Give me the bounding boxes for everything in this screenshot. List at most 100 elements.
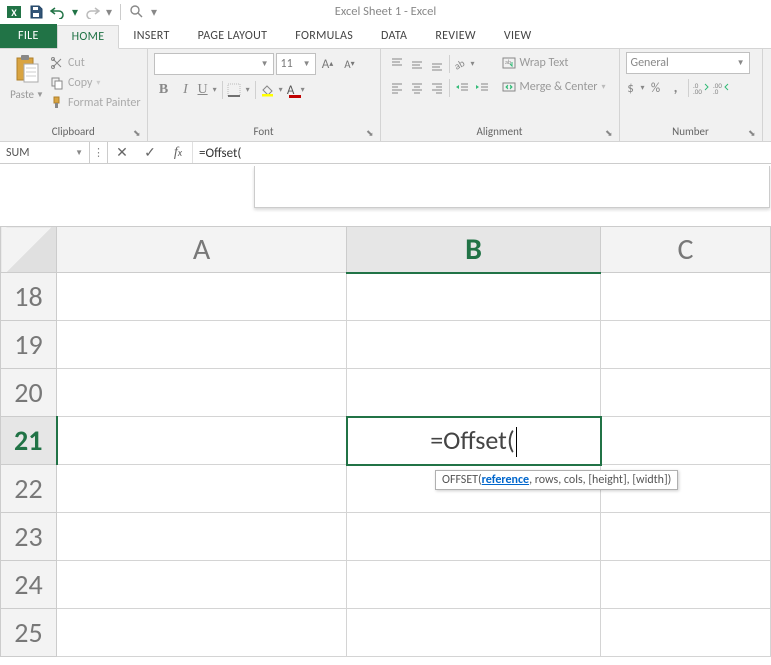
clipboard-launcher-icon[interactable]: ⬊	[133, 128, 141, 139]
accounting-format-button[interactable]: $▾	[626, 77, 646, 99]
row-header-24[interactable]: 24	[1, 561, 57, 609]
row-header-20[interactable]: 20	[1, 369, 57, 417]
bucket-icon	[260, 83, 274, 97]
spreadsheet-grid[interactable]: A B C 18 19 20 21 =Offset( 22 23 24 25	[0, 226, 771, 665]
paste-button[interactable]: Paste ▼	[6, 52, 48, 101]
cell-A24[interactable]	[57, 561, 347, 609]
align-bottom-button[interactable]	[427, 53, 447, 75]
name-box[interactable]: SUM▼	[0, 142, 90, 163]
align-right-button[interactable]	[427, 77, 447, 99]
align-left-button[interactable]	[387, 77, 407, 99]
font-size-combo[interactable]: 11▼	[276, 53, 316, 75]
cell-A22[interactable]	[57, 465, 347, 513]
undo-icon[interactable]	[48, 2, 68, 22]
shrink-font-button[interactable]: A▾	[340, 53, 360, 75]
row-header-25[interactable]: 25	[1, 609, 57, 657]
cell-B20[interactable]	[347, 369, 601, 417]
cell-A18[interactable]	[57, 273, 347, 321]
excel-icon[interactable]: X	[4, 2, 24, 22]
align-middle-button[interactable]	[407, 53, 427, 75]
decrease-decimal-button[interactable]: .00.0	[711, 77, 731, 99]
number-launcher-icon[interactable]: ⬊	[748, 128, 756, 139]
cancel-formula-button[interactable]: ✕	[108, 142, 136, 164]
format-painter-button[interactable]: Format Painter	[50, 94, 141, 112]
cell-C20[interactable]	[601, 369, 771, 417]
orientation-button[interactable]: ab▾	[452, 53, 476, 75]
tab-data[interactable]: DATA	[367, 24, 421, 48]
print-preview-icon[interactable]	[127, 2, 147, 22]
font-color-button[interactable]: A ▾	[286, 79, 306, 101]
col-header-C[interactable]: C	[601, 227, 771, 273]
redo-icon[interactable]	[82, 2, 102, 22]
cell-A20[interactable]	[57, 369, 347, 417]
cell-A25[interactable]	[57, 609, 347, 657]
tab-file[interactable]: FILE	[0, 24, 57, 48]
align-top-button[interactable]	[387, 53, 407, 75]
redo-caret-icon[interactable]: ▾	[104, 2, 114, 22]
border-button[interactable]: ▾	[227, 79, 251, 101]
function-signature-tooltip[interactable]: OFFSET(reference, rows, cols, [height], …	[435, 470, 678, 490]
tab-insert[interactable]: INSERT	[119, 24, 183, 48]
cell-C24[interactable]	[601, 561, 771, 609]
cell-C21[interactable]	[601, 417, 771, 465]
ribbon-tabs: FILE HOME INSERT PAGE LAYOUT FORMULAS DA…	[0, 24, 771, 48]
cut-button[interactable]: Cut	[50, 54, 141, 72]
formula-input[interactable]: =Offset(	[193, 142, 771, 164]
row-header-18[interactable]: 18	[1, 273, 57, 321]
underline-button[interactable]: U▾	[198, 79, 218, 101]
decrease-indent-button[interactable]	[452, 77, 472, 99]
qat-customize-caret-icon[interactable]: ▾	[149, 2, 159, 22]
cell-A19[interactable]	[57, 321, 347, 369]
comma-button[interactable]: ,	[666, 77, 686, 99]
bold-button[interactable]: B	[154, 79, 174, 101]
col-header-B[interactable]: B	[347, 227, 601, 273]
indent-icon	[475, 81, 489, 95]
tab-page-layout[interactable]: PAGE LAYOUT	[184, 24, 282, 48]
cell-C25[interactable]	[601, 609, 771, 657]
cell-A21[interactable]	[57, 417, 347, 465]
number-format-combo[interactable]: General▼	[626, 52, 750, 74]
font-name-combo[interactable]: ▼	[154, 53, 274, 75]
cell-B18[interactable]	[347, 273, 601, 321]
fill-color-button[interactable]: ▾	[260, 79, 284, 101]
insert-function-button[interactable]: fx	[164, 142, 192, 164]
tab-formulas[interactable]: FORMULAS	[281, 24, 367, 48]
copy-button[interactable]: Copy ▾	[50, 74, 141, 92]
cell-B19[interactable]	[347, 321, 601, 369]
wrap-text-button[interactable]: ab Wrap Text	[498, 52, 610, 74]
tooltip-arg-reference[interactable]: reference	[482, 473, 529, 487]
namebox-resize-handle[interactable]: ⋮	[90, 142, 108, 163]
tab-review[interactable]: REVIEW	[421, 24, 490, 48]
row-header-19[interactable]: 19	[1, 321, 57, 369]
cell-C18[interactable]	[601, 273, 771, 321]
merge-center-button[interactable]: Merge & Center ▾	[498, 76, 610, 98]
tab-view[interactable]: VIEW	[490, 24, 546, 48]
tooltip-rest: , rows, cols, [height], [width])	[529, 473, 671, 487]
row-header-23[interactable]: 23	[1, 513, 57, 561]
font-launcher-icon[interactable]: ⬊	[366, 128, 374, 139]
cell-B24[interactable]	[347, 561, 601, 609]
col-header-A[interactable]: A	[57, 227, 347, 273]
enter-formula-button[interactable]: ✓	[136, 142, 164, 164]
cell-B25[interactable]	[347, 609, 601, 657]
undo-caret-icon[interactable]: ▾	[70, 2, 80, 22]
alignment-launcher-icon[interactable]: ⬊	[605, 128, 613, 139]
cell-C19[interactable]	[601, 321, 771, 369]
grow-font-button[interactable]: A▴	[318, 53, 338, 75]
quick-access-toolbar: X ▾ ▾ ▾	[4, 2, 159, 22]
cell-A23[interactable]	[57, 513, 347, 561]
row-header-21[interactable]: 21	[1, 417, 57, 465]
save-icon[interactable]	[26, 2, 46, 22]
cell-B21[interactable]: =Offset(	[347, 417, 601, 465]
align-center-button[interactable]	[407, 77, 427, 99]
italic-button[interactable]: I	[176, 79, 196, 101]
increase-indent-button[interactable]	[472, 77, 492, 99]
cell-B23[interactable]	[347, 513, 601, 561]
percent-button[interactable]: %	[646, 77, 666, 99]
align-left-icon	[390, 81, 404, 95]
increase-decimal-button[interactable]: .0.00	[691, 77, 711, 99]
cell-C23[interactable]	[601, 513, 771, 561]
tab-home[interactable]: HOME	[57, 25, 120, 49]
row-header-22[interactable]: 22	[1, 465, 57, 513]
select-all-corner[interactable]	[1, 227, 57, 273]
